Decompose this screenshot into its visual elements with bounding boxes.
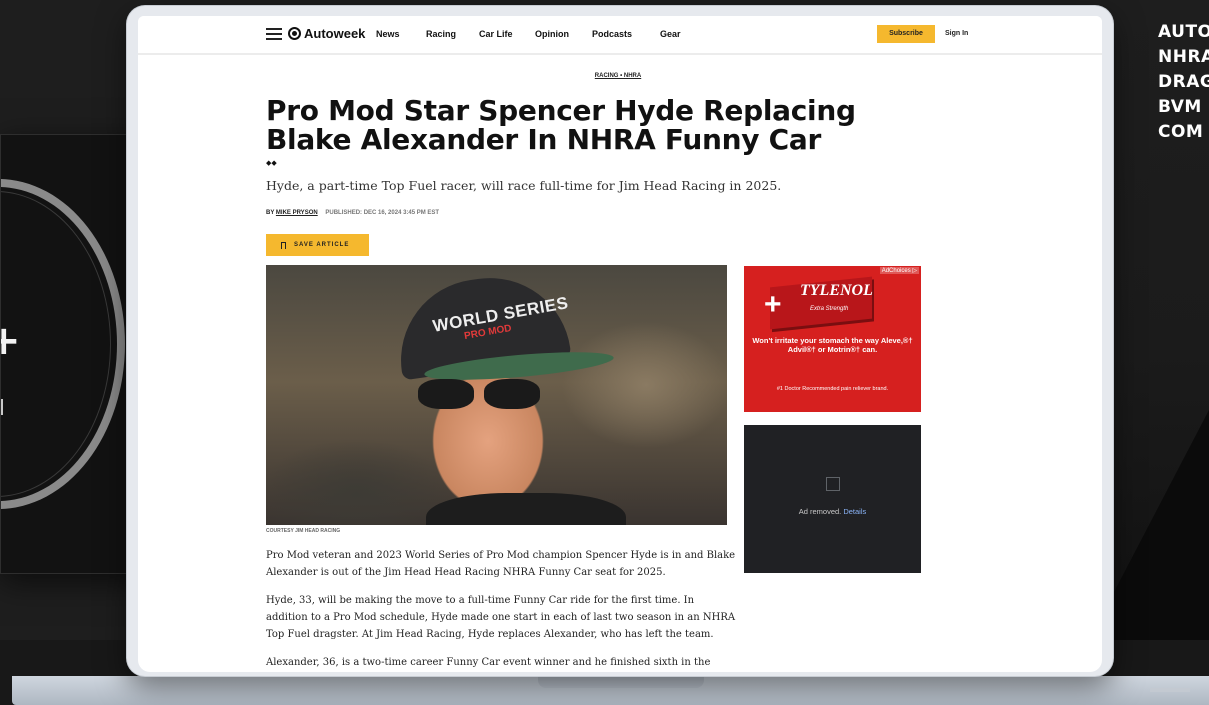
save-article-label: SAVE ARTICLE (294, 242, 350, 248)
ad-removed-text: Ad removed. Details (744, 507, 921, 516)
article-paragraph: Hyde, 33, will be making the move to a f… (266, 595, 736, 640)
diamonds-icon: ◆◆ (266, 160, 277, 167)
device-stand-detail (1150, 688, 1190, 692)
side-caption-line: DRAG (1158, 72, 1209, 92)
author-link[interactable]: MIKE PRYSON (276, 210, 318, 216)
article-subhead: Hyde, a part-time Top Fuel racer, will r… (266, 178, 782, 193)
nav-link-news[interactable]: News (376, 29, 400, 39)
side-caption-line: COM (1158, 122, 1204, 142)
adchoices-icon[interactable]: AdChoices ▷ (879, 267, 919, 274)
sunglasses-shape (418, 379, 546, 411)
bookmark-icon (281, 242, 286, 249)
hero-image: WORLD SERIES PRO MOD (266, 265, 727, 525)
browser-screen: Autoweek News Racing Car Life Opinion Po… (138, 16, 1102, 672)
plus-icon: + (1, 321, 21, 361)
ad-tagline: Won't irritate your stomach the way Alev… (752, 336, 913, 354)
nav-link-racing[interactable]: Racing (426, 29, 456, 39)
ad-removed-label: Ad removed. (798, 507, 842, 516)
photo-caption: COURTESY JIM HEAD RACING (266, 528, 341, 534)
side-caption-line: NHRA (1158, 47, 1209, 67)
ad-details-link[interactable]: Details (843, 507, 866, 516)
ad-brand: TYLENOL (800, 282, 873, 299)
side-caption-line: BVM (1158, 97, 1202, 117)
side-caption: AUTO NHRA DRAG BVM COM (1158, 20, 1209, 145)
shirt-shape (426, 493, 626, 525)
published-date: PUBLISHED: DEC 16, 2024 3:45 PM EST (325, 210, 440, 216)
subscribe-button[interactable]: Subscribe (877, 25, 935, 43)
ad-placeholder-icon (826, 477, 840, 491)
tablet-device: Autoweek News Racing Car Life Opinion Po… (127, 6, 1113, 676)
byline-prefix: BY (266, 210, 275, 216)
cross-icon: + (764, 288, 782, 321)
article-headline: Pro Mod Star Spencer Hyde Replacing Blak… (266, 94, 856, 156)
removed-ad: Ad removed. Details (744, 425, 921, 573)
ad-recommendation: #1 Doctor Recommended pain reliever bran… (776, 386, 889, 392)
breadcrumb[interactable]: RACING • NHRA (138, 73, 1098, 79)
byline: BY MIKE PRYSON PUBLISHED: DEC 16, 2024 3… (266, 210, 439, 216)
top-nav: Autoweek News Racing Car Life Opinion Po… (138, 16, 1102, 55)
article-paragraph: Pro Mod veteran and 2023 World Series of… (266, 550, 736, 578)
ad-subbrand: Extra Strength (810, 306, 849, 312)
sign-in-link[interactable]: Sign In (945, 30, 968, 37)
tick-mark (1, 399, 3, 415)
article-paragraph: Alexander, 36, is a two-time career Funn… (266, 657, 711, 668)
save-article-button[interactable]: SAVE ARTICLE (266, 234, 369, 256)
site-logo[interactable]: Autoweek (304, 26, 365, 41)
side-caption-line: AUTO (1158, 22, 1209, 42)
nav-link-car-life[interactable]: Car Life (479, 29, 513, 39)
tylenol-ad[interactable]: AdChoices ▷ + TYLENOL Extra Strength Won… (744, 266, 921, 412)
nav-link-podcasts[interactable]: Podcasts (592, 29, 632, 39)
nav-link-gear[interactable]: Gear (660, 29, 681, 39)
menu-icon[interactable] (266, 28, 282, 40)
device-stand-notch (538, 676, 704, 688)
autoweek-logo-icon (288, 27, 301, 40)
nav-link-opinion[interactable]: Opinion (535, 29, 569, 39)
